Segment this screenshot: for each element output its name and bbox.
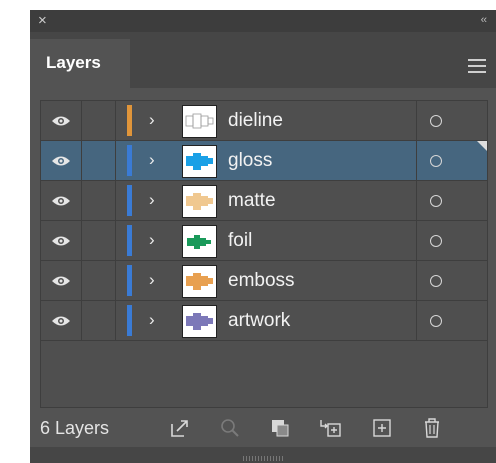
- layer-color-bar: [127, 105, 132, 136]
- layers-list: › dieline › gloss › matte › foil › embos…: [40, 100, 488, 408]
- panel-menu-icon[interactable]: [468, 59, 486, 73]
- visibility-eye-icon[interactable]: [51, 194, 71, 208]
- chevron-right-icon[interactable]: ›: [149, 150, 155, 170]
- create-new-layer-icon[interactable]: [370, 416, 394, 440]
- chevron-right-icon[interactable]: ›: [149, 190, 155, 210]
- chevron-right-icon[interactable]: ›: [149, 110, 155, 130]
- make-clipping-mask-icon[interactable]: [268, 416, 292, 440]
- layer-row-artwork[interactable]: › artwork: [41, 301, 487, 341]
- chevron-right-icon[interactable]: ›: [149, 270, 155, 290]
- layer-row-foil[interactable]: › foil: [41, 221, 487, 261]
- resize-grip[interactable]: [30, 447, 496, 463]
- layer-color-bar: [127, 185, 132, 216]
- layer-count-label: 6 Layers: [40, 418, 110, 438]
- tab-strip: Layers: [30, 32, 496, 88]
- layer-row-gloss[interactable]: › gloss: [41, 141, 487, 181]
- layer-row-emboss[interactable]: › emboss: [41, 261, 487, 301]
- layer-row-dieline[interactable]: › dieline: [41, 101, 487, 141]
- layer-name[interactable]: artwork: [228, 310, 290, 332]
- chevron-right-icon[interactable]: ›: [149, 230, 155, 250]
- layer-color-bar: [127, 305, 132, 336]
- visibility-eye-icon[interactable]: [51, 154, 71, 168]
- chevron-right-icon[interactable]: ›: [149, 310, 155, 330]
- export-icon[interactable]: [168, 416, 192, 440]
- target-circle-icon[interactable]: [430, 235, 442, 247]
- selection-indicator: [477, 141, 487, 151]
- layer-name[interactable]: foil: [228, 230, 252, 252]
- locate-object-icon[interactable]: [218, 416, 242, 440]
- layer-name[interactable]: matte: [228, 190, 276, 212]
- layer-name[interactable]: emboss: [228, 270, 295, 292]
- visibility-eye-icon[interactable]: [51, 234, 71, 248]
- layer-thumbnail: [182, 225, 217, 258]
- layer-row-matte[interactable]: › matte: [41, 181, 487, 221]
- create-sublayer-icon[interactable]: [318, 416, 342, 440]
- layer-thumbnail: [182, 145, 217, 178]
- layer-thumbnail: [182, 265, 217, 298]
- visibility-eye-icon[interactable]: [51, 314, 71, 328]
- target-circle-icon[interactable]: [430, 155, 442, 167]
- layer-color-bar: [127, 265, 132, 296]
- layer-color-bar: [127, 145, 132, 176]
- tab-layers-label: Layers: [46, 53, 101, 72]
- close-icon[interactable]: ×: [38, 13, 47, 29]
- collapse-icon[interactable]: ‹‹: [481, 14, 487, 26]
- tab-layers[interactable]: Layers: [30, 39, 130, 88]
- visibility-eye-icon[interactable]: [51, 114, 71, 128]
- visibility-eye-icon[interactable]: [51, 274, 71, 288]
- layer-name[interactable]: gloss: [228, 150, 272, 172]
- layers-panel: × ‹‹ Layers › dieline › gloss › matte › …: [30, 10, 496, 463]
- panel-titlebar: × ‹‹: [30, 10, 496, 32]
- delete-layer-icon[interactable]: [420, 416, 444, 440]
- layer-thumbnail: [182, 105, 217, 138]
- layer-color-bar: [127, 225, 132, 256]
- layer-name[interactable]: dieline: [228, 110, 283, 132]
- layer-thumbnail: [182, 185, 217, 218]
- target-circle-icon[interactable]: [430, 315, 442, 327]
- target-circle-icon[interactable]: [430, 115, 442, 127]
- layer-thumbnail: [182, 305, 217, 338]
- target-circle-icon[interactable]: [430, 195, 442, 207]
- target-circle-icon[interactable]: [430, 275, 442, 287]
